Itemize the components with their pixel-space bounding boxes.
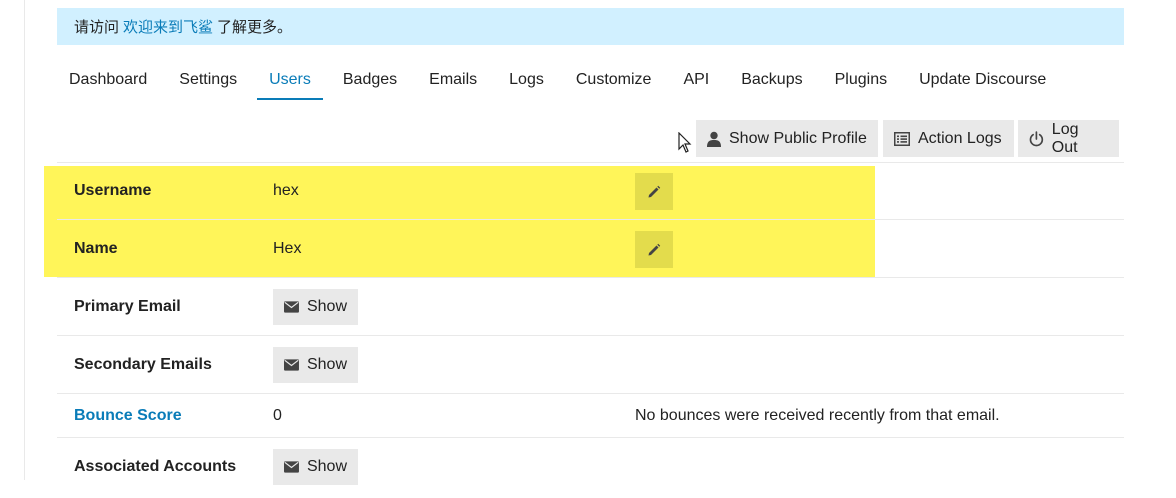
table-row-secondary-emails: Secondary Emails Show <box>57 336 1124 394</box>
admin-nav-tabs: Dashboard Settings Users Badges Emails L… <box>57 58 1066 100</box>
table-row-name: Name Hex <box>57 220 1124 278</box>
name-value: Hex <box>273 240 302 257</box>
envelope-icon <box>284 301 299 313</box>
username-value: hex <box>273 182 299 199</box>
left-divider <box>24 0 25 480</box>
tab-emails[interactable]: Emails <box>417 58 489 100</box>
tab-update-discourse[interactable]: Update Discourse <box>907 58 1058 100</box>
tab-dashboard[interactable]: Dashboard <box>57 58 159 100</box>
notice-link[interactable]: 欢迎来到飞鲨 <box>123 16 213 37</box>
primary-email-label: Primary Email <box>74 298 181 315</box>
log-out-button[interactable]: Log Out <box>1018 120 1119 157</box>
tab-settings[interactable]: Settings <box>167 58 249 100</box>
edit-username-button[interactable] <box>635 173 673 210</box>
show-label: Show <box>306 356 347 373</box>
edit-name-button[interactable] <box>635 231 673 268</box>
tab-api[interactable]: API <box>671 58 721 100</box>
log-out-label: Log Out <box>1051 120 1079 156</box>
list-alt-icon <box>894 131 910 146</box>
username-label: Username <box>74 182 152 199</box>
notice-banner: 请访问 欢迎来到飞鲨 了解更多。 <box>57 8 1124 45</box>
table-row-bounce-score: Bounce Score 0 No bounces were received … <box>57 394 1124 438</box>
table-row-username: Username hex <box>57 162 1124 220</box>
envelope-icon <box>284 359 299 371</box>
tab-customize[interactable]: Customize <box>564 58 664 100</box>
user-icon <box>707 131 721 147</box>
envelope-icon <box>284 461 299 473</box>
notice-suffix: 了解更多。 <box>217 19 293 36</box>
show-label: Show <box>306 298 347 315</box>
pencil-icon <box>648 243 661 255</box>
action-logs-label: Action Logs <box>918 129 1002 147</box>
notice-prefix: 请访问 <box>74 19 120 36</box>
show-secondary-emails-button[interactable]: Show <box>273 347 358 383</box>
tab-badges[interactable]: Badges <box>331 58 409 100</box>
pencil-icon <box>648 185 661 197</box>
show-label: Show <box>306 458 347 475</box>
tab-backups[interactable]: Backups <box>729 58 814 100</box>
show-primary-email-button[interactable]: Show <box>273 289 358 325</box>
name-label: Name <box>74 240 118 257</box>
tab-users[interactable]: Users <box>257 58 323 100</box>
bounce-score-note: No bounces were received recently from t… <box>635 407 1000 424</box>
show-public-profile-label: Show Public Profile <box>729 129 867 147</box>
associated-accounts-label: Associated Accounts <box>74 458 237 475</box>
secondary-emails-label: Secondary Emails <box>74 356 212 373</box>
bounce-score-value: 0 <box>273 407 282 424</box>
action-logs-button[interactable]: Action Logs <box>883 120 1014 157</box>
tab-logs[interactable]: Logs <box>497 58 556 100</box>
tab-plugins[interactable]: Plugins <box>823 58 899 100</box>
power-icon <box>1029 130 1044 146</box>
mouse-pointer-icon <box>678 132 692 153</box>
table-row-primary-email: Primary Email Show <box>57 278 1124 336</box>
bounce-score-link[interactable]: Bounce Score <box>74 407 182 425</box>
show-public-profile-button[interactable]: Show Public Profile <box>696 120 878 157</box>
table-row-associated-accounts: Associated Accounts Show <box>57 438 1124 498</box>
